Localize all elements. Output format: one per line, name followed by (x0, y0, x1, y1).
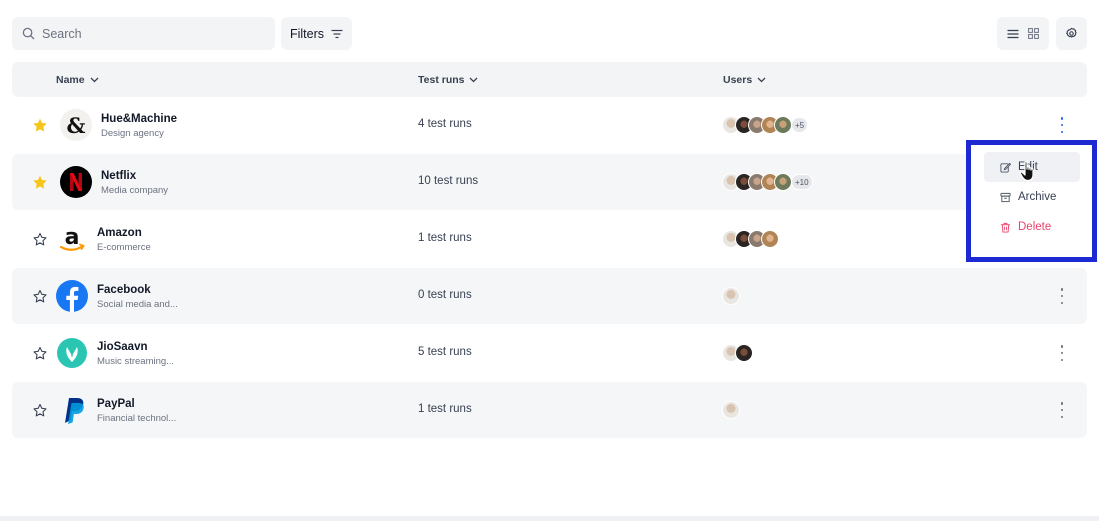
company-cell: Facebook Social media and... (97, 283, 178, 312)
bottom-scroll-area (0, 516, 1099, 521)
company-subtitle: Design agency (101, 128, 164, 139)
star-outline-icon[interactable] (31, 288, 49, 305)
trash-icon (1000, 222, 1011, 233)
search-icon (22, 27, 35, 40)
menu-item-archive[interactable]: Archive (984, 182, 1080, 212)
star-outline-icon[interactable] (31, 231, 49, 248)
avatar (774, 173, 792, 191)
filters-label: Filters (289, 26, 325, 41)
toolbar: Filters (12, 17, 1087, 50)
company-name: Hue&Machine (101, 113, 178, 125)
company-cell: JioSaavn Music streaming... (97, 340, 174, 369)
test-runs-count: 4 test runs (418, 118, 472, 130)
company-subtitle: Financial technol... (97, 413, 177, 424)
star-filled-icon[interactable] (31, 117, 49, 134)
row-actions-button[interactable] (1057, 288, 1067, 304)
search-input[interactable] (42, 26, 242, 41)
avatar (722, 287, 740, 305)
company-name: Amazon (97, 227, 142, 239)
table-row[interactable]: a Amazon E-commerce 1 test runs (12, 211, 1087, 267)
star-filled-icon[interactable] (31, 174, 49, 191)
menu-item-archive-label: Archive (1018, 191, 1057, 203)
table-row[interactable]: Netflix Media company 10 test runs +10 (12, 154, 1087, 210)
user-avatars: +5 (722, 116, 809, 134)
more-users-count: +5 (791, 117, 809, 133)
table-header: Name Test runs Users (12, 62, 1087, 97)
test-runs-count: 0 test runs (418, 289, 472, 301)
user-avatars (722, 287, 740, 305)
name-column-header[interactable]: Name (56, 62, 99, 97)
edit-icon (1000, 162, 1011, 173)
users-column-label: Users (723, 73, 753, 86)
test-runs-count: 1 test runs (418, 403, 472, 415)
settings-button[interactable] (1056, 17, 1087, 50)
company-subtitle: Media company (101, 185, 169, 196)
chevron-down-icon (90, 77, 99, 82)
company-subtitle: Social media and... (97, 299, 178, 310)
user-avatars (722, 344, 753, 362)
amazon-logo: a (56, 223, 88, 255)
test-runs-count: 1 test runs (418, 232, 472, 244)
name-column-label: Name (56, 73, 85, 86)
jiosaavn-logo (57, 338, 87, 368)
test-runs-column-header[interactable]: Test runs (418, 62, 478, 97)
table-row[interactable]: JioSaavn Music streaming... 5 test runs (12, 325, 1087, 381)
filters-button[interactable]: Filters (281, 17, 352, 50)
hue-machine-logo: & (60, 109, 92, 141)
svg-text:a: a (65, 225, 80, 250)
company-cell: Hue&Machine Design agency (101, 112, 177, 141)
company-subtitle: Music streaming... (97, 356, 175, 367)
company-cell: Amazon E-commerce (97, 226, 151, 255)
chevron-down-icon (470, 77, 478, 82)
search-box[interactable] (12, 17, 275, 50)
company-name: JioSaavn (97, 341, 148, 353)
company-name: Facebook (97, 284, 151, 296)
netflix-logo (60, 166, 92, 198)
table-row[interactable]: & Hue&Machine Design agency 4 test runs … (12, 97, 1087, 153)
paypal-logo (56, 394, 88, 426)
row-actions-button[interactable] (1057, 345, 1067, 361)
company-cell: PayPal Financial technol... (97, 397, 176, 426)
test-runs-count: 10 test runs (418, 175, 479, 187)
star-outline-icon[interactable] (31, 345, 49, 362)
menu-item-delete[interactable]: Delete (984, 212, 1080, 242)
menu-item-delete-label: Delete (1018, 221, 1052, 233)
company-name: PayPal (97, 398, 135, 410)
view-toggle (997, 17, 1049, 50)
avatar (761, 230, 779, 248)
avatar (722, 401, 740, 419)
facebook-logo (56, 280, 88, 312)
avatar (735, 344, 753, 362)
company-name: Netflix (101, 170, 137, 182)
chevron-down-icon (757, 77, 766, 82)
users-column-header[interactable]: Users (723, 62, 766, 97)
test-runs-column-label: Test runs (418, 73, 465, 86)
row-actions-button[interactable] (1057, 117, 1067, 133)
user-avatars (722, 230, 779, 248)
user-avatars: +10 (722, 173, 813, 191)
list-view-button[interactable] (1007, 29, 1019, 39)
archive-icon (1000, 192, 1011, 202)
hand-pointer-cursor-icon (1019, 161, 1034, 182)
table-row[interactable]: PayPal Financial technol... 1 test runs (12, 382, 1087, 438)
test-runs-count: 5 test runs (418, 346, 472, 358)
row-actions-button[interactable] (1057, 402, 1067, 418)
grid-icon (1027, 28, 1039, 39)
avatar (774, 116, 792, 134)
company-cell: Netflix Media company (101, 169, 168, 198)
company-subtitle: E-commerce (97, 242, 151, 253)
gear-icon (1066, 27, 1077, 38)
table-row[interactable]: Facebook Social media and... 0 test runs (12, 268, 1087, 324)
user-avatars (722, 401, 740, 419)
star-outline-icon[interactable] (31, 402, 49, 419)
more-users-count: +10 (791, 174, 813, 190)
grid-view-button[interactable] (1027, 28, 1039, 39)
list-icon (1007, 29, 1019, 38)
filter-lines-icon (331, 29, 343, 38)
